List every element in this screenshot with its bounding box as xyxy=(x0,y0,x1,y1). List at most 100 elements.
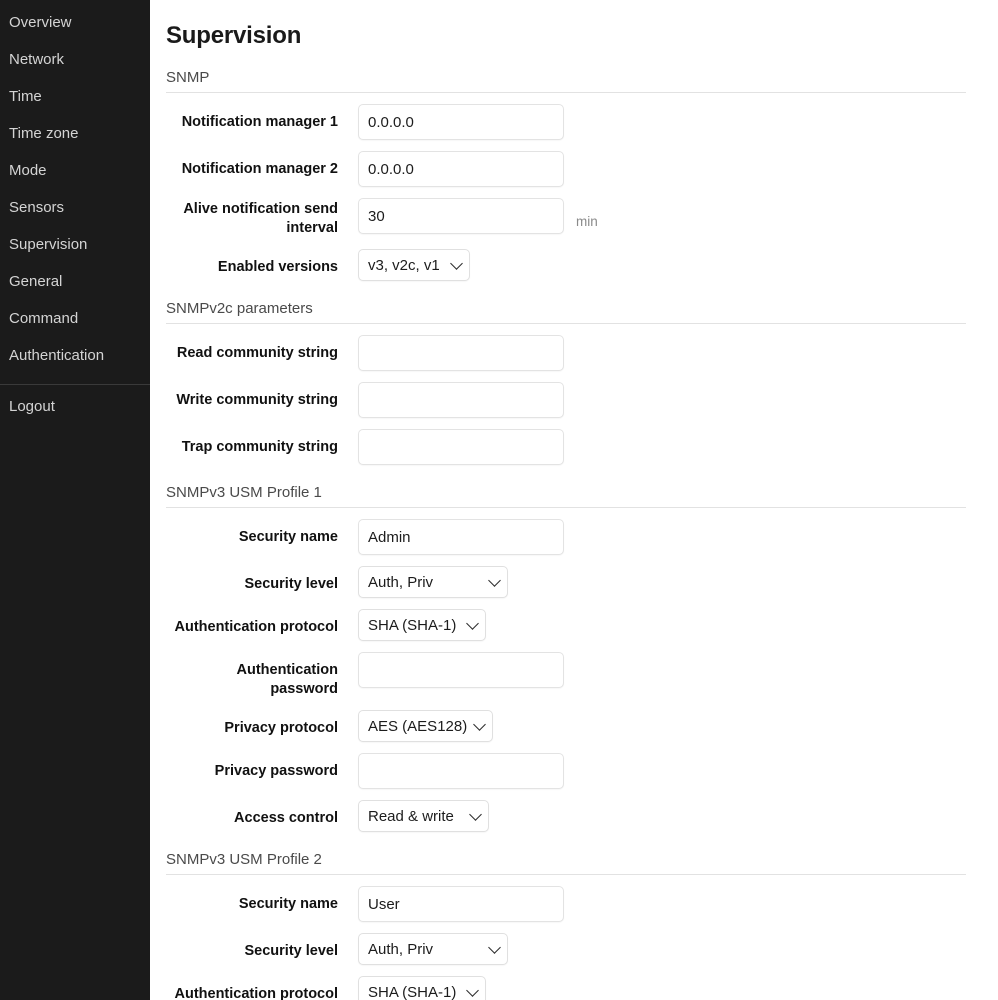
field-label: Security level xyxy=(244,576,339,592)
sidebar-item-network[interactable]: Network xyxy=(0,41,150,78)
notification-manager-2-input[interactable] xyxy=(358,151,564,187)
profile-2-security-level-select[interactable]: Auth, Priv xyxy=(358,933,508,965)
sidebar-item-label: Supervision xyxy=(9,236,88,253)
select-value: SHA (SHA-1) xyxy=(368,616,457,634)
profile-2-auth-protocol-select[interactable]: SHA (SHA-1) xyxy=(358,976,486,1000)
section-snmpv3-usm-profile-1: SNMPv3 USM Profile 1 Security name Secur… xyxy=(166,465,966,832)
chevron-down-icon xyxy=(488,574,501,587)
field-label: Security name xyxy=(238,529,338,545)
sidebar-item-label: Network xyxy=(9,51,65,68)
sidebar-item-label: Overview xyxy=(9,14,72,31)
field-row-authentication-protocol: Authentication protocol SHA (SHA-1) xyxy=(166,976,966,1000)
control-wrapper: v3, v2c, v1 xyxy=(358,249,470,281)
field-row-security-name: Security name xyxy=(166,886,966,922)
field-row-notification-manager-2: Notification manager 2 xyxy=(166,151,966,187)
field-row-enabled-versions: Enabled versions v3, v2c, v1 xyxy=(166,249,966,281)
field-row-security-name: Security name xyxy=(166,519,966,555)
sidebar-item-time[interactable]: Time xyxy=(0,78,150,115)
profile-1-privacy-protocol-select[interactable]: AES (AES128) xyxy=(358,710,493,742)
trap-community-string-input[interactable] xyxy=(358,429,564,465)
profile-2-security-name-input[interactable] xyxy=(358,886,564,922)
section-rule xyxy=(166,507,966,508)
control-wrapper xyxy=(358,429,564,465)
select-value: AES (AES128) xyxy=(368,717,468,735)
field-row-authentication-password: Authentication password xyxy=(166,652,966,699)
field-row-access-control: Access control Read & write xyxy=(166,800,966,832)
chevron-down-icon xyxy=(450,257,463,270)
alive-notification-interval-input[interactable] xyxy=(358,198,564,234)
section-heading-usm-profile-1: SNMPv3 USM Profile 1 xyxy=(166,484,322,501)
sidebar-item-mode[interactable]: Mode xyxy=(0,152,150,189)
sidebar-item-authentication[interactable]: Authentication xyxy=(0,337,150,374)
section-heading-snmpv2c: SNMPv2c parameters xyxy=(166,300,313,317)
sidebar-item-time-zone[interactable]: Time zone xyxy=(0,115,150,152)
select-value: Auth, Priv xyxy=(368,940,434,958)
field-label: Security level xyxy=(244,943,339,959)
sidebar-item-sensors[interactable]: Sensors xyxy=(0,189,150,226)
control-wrapper: SHA (SHA-1) xyxy=(358,609,486,641)
enabled-versions-select[interactable]: v3, v2c, v1 xyxy=(358,249,470,281)
chevron-down-icon xyxy=(473,718,486,731)
field-label: Write community string xyxy=(176,392,338,408)
section-snmpv3-usm-profile-2: SNMPv3 USM Profile 2 Security name Secur… xyxy=(166,832,966,1000)
section-heading-usm-profile-2: SNMPv3 USM Profile 2 xyxy=(166,851,322,868)
field-row-security-level: Security level Auth, Priv xyxy=(166,933,966,965)
sidebar-item-logout[interactable]: Logout xyxy=(0,385,150,425)
app-root: Overview Network Time Time zone Mode Sen… xyxy=(0,0,998,1000)
profile-1-privacy-password-input[interactable] xyxy=(358,753,564,789)
field-label: Alive notification send interval xyxy=(183,201,338,236)
sidebar-item-label: Time zone xyxy=(9,125,79,142)
field-row-trap-community-string: Trap community string xyxy=(166,429,966,465)
control-wrapper: AES (AES128) xyxy=(358,710,493,742)
notification-manager-1-input[interactable] xyxy=(358,104,564,140)
select-value: Read & write xyxy=(368,807,454,825)
profile-1-auth-protocol-select[interactable]: SHA (SHA-1) xyxy=(358,609,486,641)
chevron-down-icon xyxy=(466,617,479,630)
field-row-write-community-string: Write community string xyxy=(166,382,966,418)
write-community-string-input[interactable] xyxy=(358,382,564,418)
select-value: Auth, Priv xyxy=(368,573,434,591)
field-label: Access control xyxy=(234,810,338,826)
sidebar-item-command[interactable]: Command xyxy=(0,300,150,337)
profile-1-security-name-input[interactable] xyxy=(358,519,564,555)
field-row-alive-notification-send-interval: Alive notification send interval min xyxy=(166,198,966,238)
sidebar-item-label: Command xyxy=(9,310,79,327)
profile-1-security-level-select[interactable]: Auth, Priv xyxy=(358,566,508,598)
sidebar-item-label: Sensors xyxy=(9,199,65,216)
sidebar-item-label: Authentication xyxy=(9,347,105,364)
sidebar-item-general[interactable]: General xyxy=(0,263,150,300)
control-wrapper: min xyxy=(358,198,598,234)
field-row-notification-manager-1: Notification manager 1 xyxy=(166,104,966,140)
control-wrapper: SHA (SHA-1) xyxy=(358,976,486,1000)
profile-1-access-control-select[interactable]: Read & write xyxy=(358,800,489,832)
select-value: SHA (SHA-1) xyxy=(368,983,457,1000)
sidebar-item-label: Mode xyxy=(9,162,47,179)
sidebar-navigation: Overview Network Time Time zone Mode Sen… xyxy=(0,0,150,1000)
page-title: Supervision xyxy=(166,22,302,49)
field-label: Security name xyxy=(238,896,338,912)
control-wrapper: Read & write xyxy=(358,800,489,832)
sidebar-item-overview[interactable]: Overview xyxy=(0,4,150,41)
control-wrapper xyxy=(358,652,564,688)
field-label: Read community string xyxy=(176,345,338,361)
field-row-privacy-protocol: Privacy protocol AES (AES128) xyxy=(166,710,966,742)
sidebar-item-supervision[interactable]: Supervision xyxy=(0,226,150,263)
chevron-down-icon xyxy=(488,941,501,954)
section-snmp: SNMP Notification manager 1 Notification… xyxy=(166,50,966,281)
section-rule xyxy=(166,874,966,875)
profile-1-auth-password-input[interactable] xyxy=(358,652,564,688)
control-wrapper xyxy=(358,335,564,371)
field-label: Enabled versions xyxy=(217,259,338,275)
field-row-authentication-protocol: Authentication protocol SHA (SHA-1) xyxy=(166,609,966,641)
field-label: Notification manager 2 xyxy=(181,161,338,177)
read-community-string-input[interactable] xyxy=(358,335,564,371)
section-heading-snmp: SNMP xyxy=(166,69,210,86)
control-wrapper: Auth, Priv xyxy=(358,566,508,598)
field-label: Authentication protocol xyxy=(174,619,338,635)
field-row-privacy-password: Privacy password xyxy=(166,753,966,789)
section-rule xyxy=(166,323,966,324)
control-wrapper: Auth, Priv xyxy=(358,933,508,965)
control-wrapper xyxy=(358,104,564,140)
field-row-read-community-string: Read community string xyxy=(166,335,966,371)
chevron-down-icon xyxy=(469,808,482,821)
